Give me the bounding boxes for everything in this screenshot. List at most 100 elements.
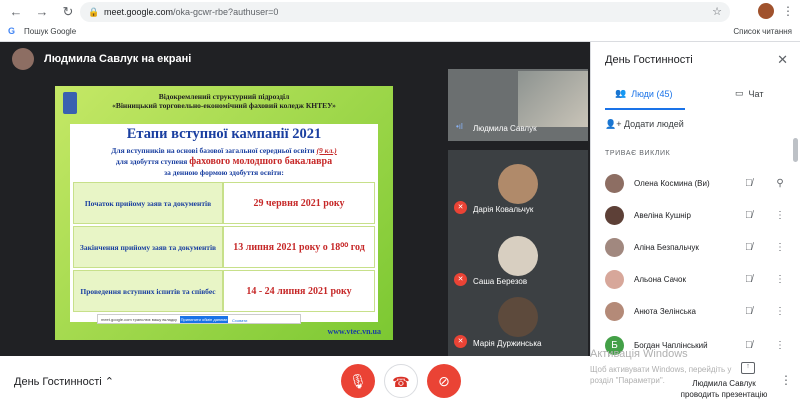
slide-line-2a: для здобуття ступеня xyxy=(115,157,190,166)
bookmark-star-icon[interactable]: ☆ xyxy=(712,2,722,22)
browser-nav: ← → ↻ xyxy=(6,3,78,21)
list-item[interactable]: Анюта Зелінська 🎙̸ ⋮ xyxy=(605,300,785,322)
participant-name: Саша Березов xyxy=(473,277,528,286)
present-icon: ↑ xyxy=(741,362,755,374)
bottom-bar: День Гостинності ⌃ 🎙 ☎ ⊘ Активація Windo… xyxy=(0,348,800,410)
camera-toggle-button[interactable]: ⊘ xyxy=(427,364,461,398)
mic-off-icon: 🎙̸ xyxy=(745,209,753,221)
participant-tile[interactable]: ✕ Саша Березов xyxy=(448,222,588,294)
pin-icon[interactable]: ⚲ xyxy=(775,178,785,189)
more-options-icon[interactable]: ⋮ xyxy=(775,210,785,221)
tab-people-label: Люди (45) xyxy=(631,88,673,99)
mic-toggle-button[interactable]: 🎙 xyxy=(341,364,375,398)
tab-chat[interactable]: ▭ Чат xyxy=(735,88,763,99)
add-person-icon: 👤+ xyxy=(605,119,624,129)
slide-header: Відокремлений структурний підрозділ «Він… xyxy=(55,92,393,110)
participant-name: Альона Сачок xyxy=(634,274,686,284)
slide-line-1b: (9 кл.) xyxy=(316,146,337,155)
more-options-icon[interactable]: ⋮ xyxy=(775,242,785,253)
sharing-text: meet.google.com транслює вашу вкладку xyxy=(101,317,178,322)
people-icon: 👥 xyxy=(615,88,627,98)
url-host: meet.google.com xyxy=(104,7,174,17)
more-options-icon[interactable]: ⋮ xyxy=(775,306,785,317)
participant-avatar xyxy=(498,297,538,337)
panel-scrollbar[interactable] xyxy=(793,138,798,162)
mic-off-icon: 🎙̸ xyxy=(745,177,753,189)
leave-call-button[interactable]: ☎ xyxy=(384,364,418,398)
slide-row-value: 13 липня 2021 року о 18⁰⁰ год xyxy=(223,226,375,268)
people-panel: День Гостинності ✕ 👥 Люди (45) ▭ Чат 👤+ До… xyxy=(590,42,800,356)
more-options-icon[interactable]: ⋮ xyxy=(775,274,785,285)
list-item[interactable]: Авеліна Кушнір 🎙̸ ⋮ xyxy=(605,204,785,226)
slide-row-value: 14 - 24 липня 2021 року xyxy=(223,270,375,312)
presenter-label: Людмила Савлук на екрані xyxy=(44,53,192,65)
slide-line-1: Для вступників на основі базової загальн… xyxy=(70,146,378,155)
add-people-label: Додати людей xyxy=(623,119,684,129)
chat-icon: ▭ xyxy=(735,88,744,98)
add-people-button[interactable]: 👤+ Додати людей xyxy=(605,119,684,130)
close-icon[interactable]: ✕ xyxy=(777,52,788,68)
slide-row: Закінчення прийому заяв та документів 13… xyxy=(73,226,375,268)
participant-name: Аліна Безпальчук xyxy=(634,242,699,252)
participant-tile[interactable]: •ıl Людмила Савлук xyxy=(448,69,588,141)
presenter-header: Людмила Савлук на екрані xyxy=(12,48,191,70)
mic-off-icon: 🎙̸ xyxy=(745,241,753,253)
avatar xyxy=(605,173,624,193)
reading-list-button[interactable]: Список читання xyxy=(733,27,792,36)
participant-name: Авеліна Кушнір xyxy=(634,210,691,220)
slide-header-line1: Відокремлений структурний підрозділ xyxy=(158,92,290,101)
list-item[interactable]: Олена Космина (Ви) 🎙̸ ⚲ xyxy=(605,172,785,194)
mic-off-icon: ✕ xyxy=(454,201,467,214)
list-item[interactable]: Аліна Безпальчук 🎙̸ ⋮ xyxy=(605,236,785,258)
tab-chat-label: Чат xyxy=(748,88,764,99)
participant-name: Анюта Зелінська xyxy=(634,306,696,316)
audio-level-icon: •ıl xyxy=(456,122,463,131)
slide-line-2: для здобуття ступеня фахового молодшого … xyxy=(70,156,378,167)
slide-row-value: 29 червня 2021 року xyxy=(223,182,375,224)
bookmark-google-search[interactable]: Пошук Google xyxy=(24,27,76,36)
slide-line-2b: фахового молодшого бакалавра xyxy=(189,156,333,167)
participant-tile[interactable]: ✕ Дарія Ковальчук xyxy=(448,150,588,222)
forward-arrow-icon[interactable]: → xyxy=(32,3,52,21)
google-g-icon: G xyxy=(8,26,16,36)
browser-menu-icon[interactable]: ⋮ xyxy=(782,4,794,18)
meeting-details-button[interactable]: День Гостинності ⌃ xyxy=(14,375,114,388)
browser-toolbar: ← → ↻ 🔒 meet.google.com/oka-gcwr-rbe?aut… xyxy=(0,0,800,42)
slide-row-label: Проведення вступних іспитів та співбес xyxy=(73,270,223,312)
slide-title: Етапи вступної кампанії 2021 xyxy=(126,126,322,142)
bookmarks-bar: G Пошук Google Список читання xyxy=(0,24,800,41)
reload-icon[interactable]: ↻ xyxy=(58,3,78,21)
avatar xyxy=(605,269,624,289)
slide-header-line2: «Вінницький торговельно-економічний фахо… xyxy=(112,101,336,110)
slide-line-1a: Для вступників на основі базової загальн… xyxy=(111,146,317,155)
tab-people[interactable]: 👥 Люди (45) xyxy=(615,88,672,99)
more-options-icon[interactable]: ⋮ xyxy=(775,340,785,351)
lock-icon: 🔒 xyxy=(88,7,100,17)
section-in-call: ТРИВАЄ ВИКЛИК xyxy=(605,150,671,157)
mic-off-icon: 🎙̸ xyxy=(745,305,753,317)
hide-sharing-bar-button[interactable]: Сховати xyxy=(232,316,247,325)
address-bar[interactable]: 🔒 meet.google.com/oka-gcwr-rbe?authuser=… xyxy=(80,2,730,22)
slide-row-label: Початок прийому заяв та документів xyxy=(73,182,223,224)
mic-off-icon: 🎙̸ xyxy=(745,273,753,285)
participant-name: Марія Дуржинська xyxy=(473,339,542,348)
presenting-status[interactable]: Людмила Савлук проводить презентацію xyxy=(674,378,774,400)
more-options-icon[interactable]: ⋮ xyxy=(780,373,792,387)
participant-avatar xyxy=(498,164,538,204)
avatar xyxy=(605,205,624,225)
list-item[interactable]: Альона Сачок 🎙̸ ⋮ xyxy=(605,268,785,290)
slide-row: Початок прийому заяв та документів 29 че… xyxy=(73,182,375,224)
stop-sharing-button[interactable]: Припинити обмін даними xyxy=(180,316,228,323)
windows-activation-title: Активація Windows xyxy=(590,348,688,360)
chevron-up-icon: ⌃ xyxy=(104,376,114,388)
profile-avatar[interactable] xyxy=(758,3,774,19)
slide-row-label: Закінчення прийому заяв та документів xyxy=(73,226,223,268)
avatar xyxy=(605,237,624,257)
camera-off-icon: ⊘ xyxy=(438,373,450,389)
back-arrow-icon[interactable]: ← xyxy=(6,3,26,21)
participant-avatar xyxy=(498,236,538,276)
meeting-name: День Гостинності xyxy=(14,376,102,388)
phone-hangup-icon: ☎ xyxy=(392,374,410,390)
participant-tile[interactable]: ✕ Марія Дуржинська xyxy=(448,293,588,356)
slide-row: Проведення вступних іспитів та співбес 1… xyxy=(73,270,375,312)
